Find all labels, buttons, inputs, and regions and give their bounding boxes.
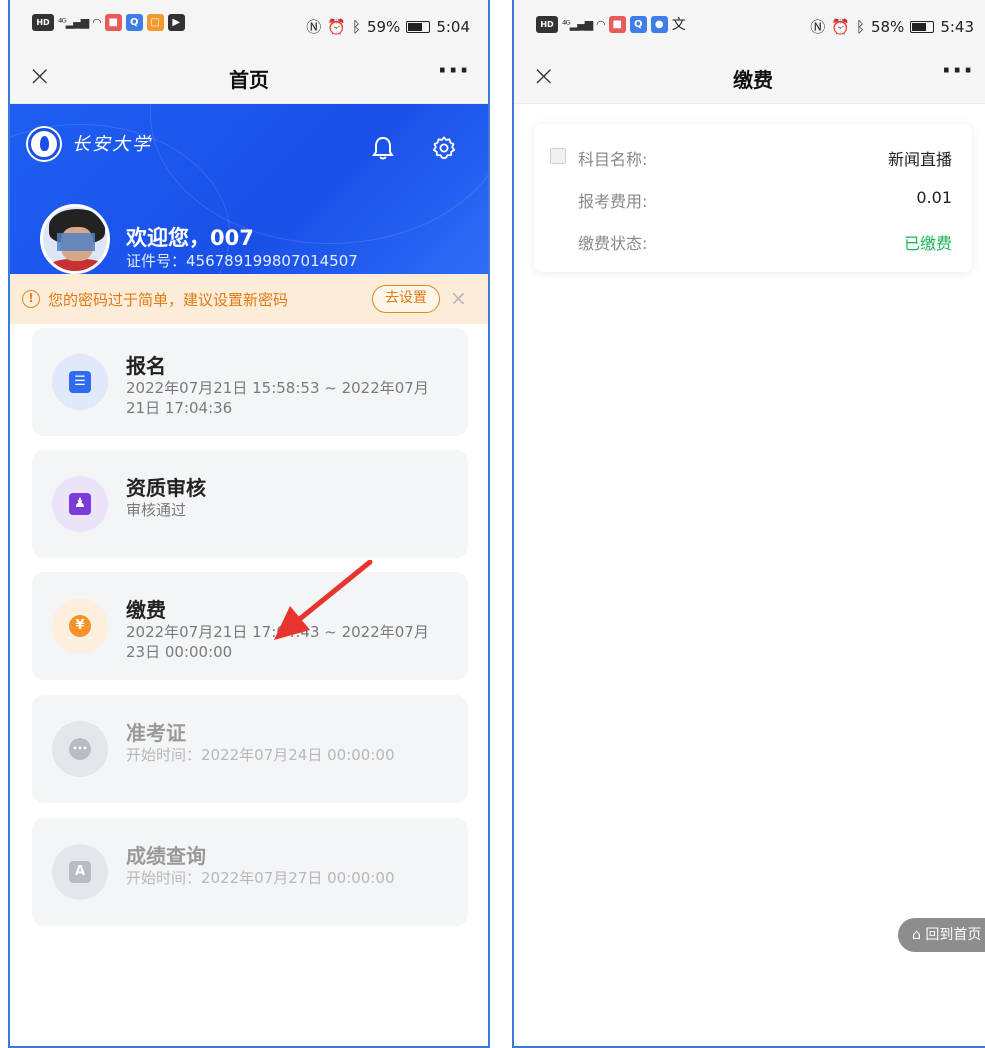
score-icon: A [52, 844, 108, 900]
gear-icon[interactable] [432, 136, 456, 160]
step-card[interactable]: A 成绩查询 开始时间：2022年07月27日 00:00:00 [32, 818, 468, 926]
step-subtitle: 开始时间：2022年07月27日 00:00:00 [126, 869, 395, 887]
nfc-icon: Ⓝ [306, 18, 322, 36]
subject-value: 新闻直播 [887, 150, 952, 169]
university-name: 长安大学 [72, 134, 152, 155]
bluetooth-icon: ᛒ [351, 17, 361, 36]
step-card[interactable]: ¥ 缴费 2022年07月21日 17:04:43 ~ 2022年07月23日 00… [32, 572, 468, 680]
avatar[interactable] [40, 204, 110, 274]
status-label: 缴费状态: [578, 234, 648, 253]
signal-icon: ⁴ᴳ▂▄▆ [562, 17, 593, 31]
search-app-icon: Q [629, 15, 647, 33]
notice-text: 您的密码过于简单，建议设置新密码 [48, 291, 289, 309]
step-card[interactable]: ☰ 报名 2022年07月21日 15:58:53 ~ 2022年07月21日 17… [32, 328, 468, 436]
alarm-icon: ⏰ [327, 17, 346, 36]
phone-screen-home: HD ⁴ᴳ▂▄▆ ◠ ■ Q □ ▶ Ⓝ ⏰ ᛒ 59% 5:04 × 首页 ·… [8, 0, 490, 1048]
step-title: 报名 [126, 354, 166, 378]
page-title: 缴费 [733, 68, 773, 92]
fee-value: 0.01 [916, 188, 952, 207]
wifi-icon: ◠ [596, 17, 606, 31]
step-subtitle: 2022年07月21日 15:58:53 ~ 2022年07月21日 17:04… [126, 379, 429, 417]
step-card[interactable]: ••• 准考证 开始时间：2022年07月24日 00:00:00 [32, 695, 468, 803]
step-subtitle: 开始时间：2022年07月24日 00:00:00 [126, 746, 395, 764]
bluetooth-icon: ᛒ [855, 17, 865, 36]
battery-icon [910, 20, 935, 33]
back-home-button[interactable]: ⌂ 回到首页 [898, 918, 985, 952]
signal-icon: ⁴ᴳ▂▄▆ [58, 16, 89, 29]
more-icon[interactable]: ··· [437, 56, 470, 86]
select-checkbox[interactable] [550, 148, 566, 164]
university-logo [28, 128, 60, 160]
chat-icon: ••• [52, 721, 108, 777]
payment-card: 科目名称: 新闻直播 报考费用: 0.01 缴费状态: 已缴费 [534, 124, 972, 272]
welcome-text: 欢迎您，007 [126, 226, 254, 250]
back-home-label: 回到首页 [925, 927, 982, 943]
nav-bar: × 首页 ··· [10, 50, 488, 104]
app-notify-icon-2: □ [146, 14, 164, 31]
clock: 5:43 [940, 17, 974, 36]
status-icons-right: Ⓝ ⏰ ᛒ 59% 5:04 [306, 16, 470, 37]
stamp-icon: ♟ [52, 476, 108, 532]
wifi-icon: ◠ [92, 16, 102, 29]
status-bar: HD ⁴ᴳ▂▄▆ ◠ ■ Q □ ▶ Ⓝ ⏰ ᛒ 59% 5:04 [10, 0, 488, 50]
document-icon: ☰ [52, 354, 108, 410]
app-notify-icon: ■ [608, 15, 626, 33]
translate-icon: 文 [671, 17, 686, 33]
hd-icon: HD [536, 15, 558, 33]
status-bar: HD ⁴ᴳ▂▄▆ ◠ ■ Q ● 文 Ⓝ ⏰ ᛒ 58% 5:43 [514, 0, 985, 50]
page-title: 首页 [229, 68, 269, 92]
battery-icon [406, 20, 431, 33]
fee-row: 报考费用: 0.01 [578, 188, 952, 212]
annotation-arrow [274, 560, 373, 640]
status-icons-left: HD ⁴ᴳ▂▄▆ ◠ ■ Q ● 文 [536, 14, 686, 34]
bell-icon[interactable] [372, 136, 394, 160]
payment-status: 已缴费 [903, 234, 952, 253]
profile-banner: 长安大学 欢迎您，007 证件号：456789199807014507 [10, 104, 488, 274]
battery-percent: 59% [366, 17, 401, 36]
battery-percent: 58% [870, 17, 905, 36]
go-settings-button[interactable]: 去设置 [372, 285, 440, 313]
clock: 5:04 [436, 17, 470, 36]
app-notify-icon: ■ [104, 14, 122, 31]
phone-screen-payment: HD ⁴ᴳ▂▄▆ ◠ ■ Q ● 文 Ⓝ ⏰ ᛒ 58% 5:43 × 缴费 ·… [512, 0, 985, 1048]
step-card[interactable]: ♟ 资质审核 审核通过 [32, 450, 468, 558]
subject-row: 科目名称: 新闻直播 [578, 146, 952, 170]
password-notice: ! 您的密码过于简单，建议设置新密码 去设置 × [10, 274, 488, 324]
fee-label: 报考费用: [578, 192, 648, 211]
step-title: 缴费 [126, 598, 166, 622]
step-title: 准考证 [126, 721, 186, 745]
search-app-icon: Q [125, 14, 143, 31]
more-icon[interactable]: ··· [941, 56, 974, 86]
status-row: 缴费状态: 已缴费 [578, 230, 952, 254]
home-icon: ⌂ [912, 927, 921, 943]
yuan-icon: ¥ [52, 598, 108, 654]
step-subtitle: 审核通过 [126, 501, 187, 519]
status-icons-right: Ⓝ ⏰ ᛒ 58% 5:43 [810, 16, 974, 37]
hd-icon: HD [32, 14, 54, 31]
nfc-icon: Ⓝ [810, 18, 826, 36]
app-notify-icon-2: ● [650, 15, 668, 33]
alarm-icon: ⏰ [831, 17, 850, 36]
app-notify-icon-3: ▶ [167, 14, 185, 31]
nav-bar: × 缴费 ··· [514, 50, 985, 104]
step-title: 成绩查询 [126, 844, 206, 868]
status-icons-left: HD ⁴ᴳ▂▄▆ ◠ ■ Q □ ▶ [32, 14, 185, 31]
close-notice-icon[interactable]: × [450, 286, 467, 310]
subject-label: 科目名称: [578, 150, 648, 169]
step-title: 资质审核 [126, 476, 206, 500]
id-number: 证件号：456789199807014507 [126, 252, 358, 270]
warning-icon: ! [22, 290, 40, 308]
